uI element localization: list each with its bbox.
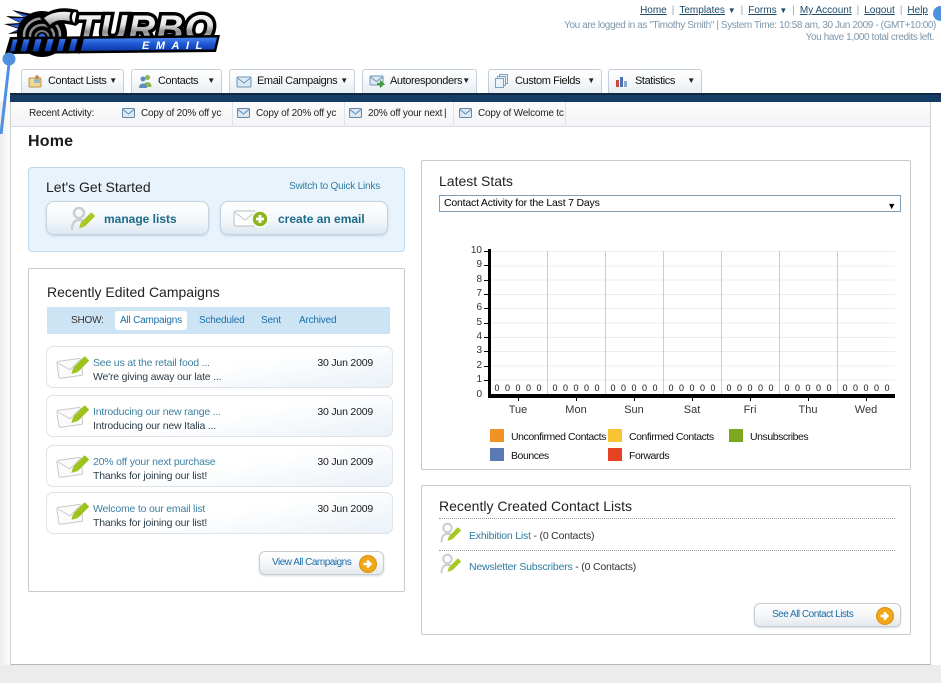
svg-text:EMAIL: EMAIL — [142, 40, 209, 52]
